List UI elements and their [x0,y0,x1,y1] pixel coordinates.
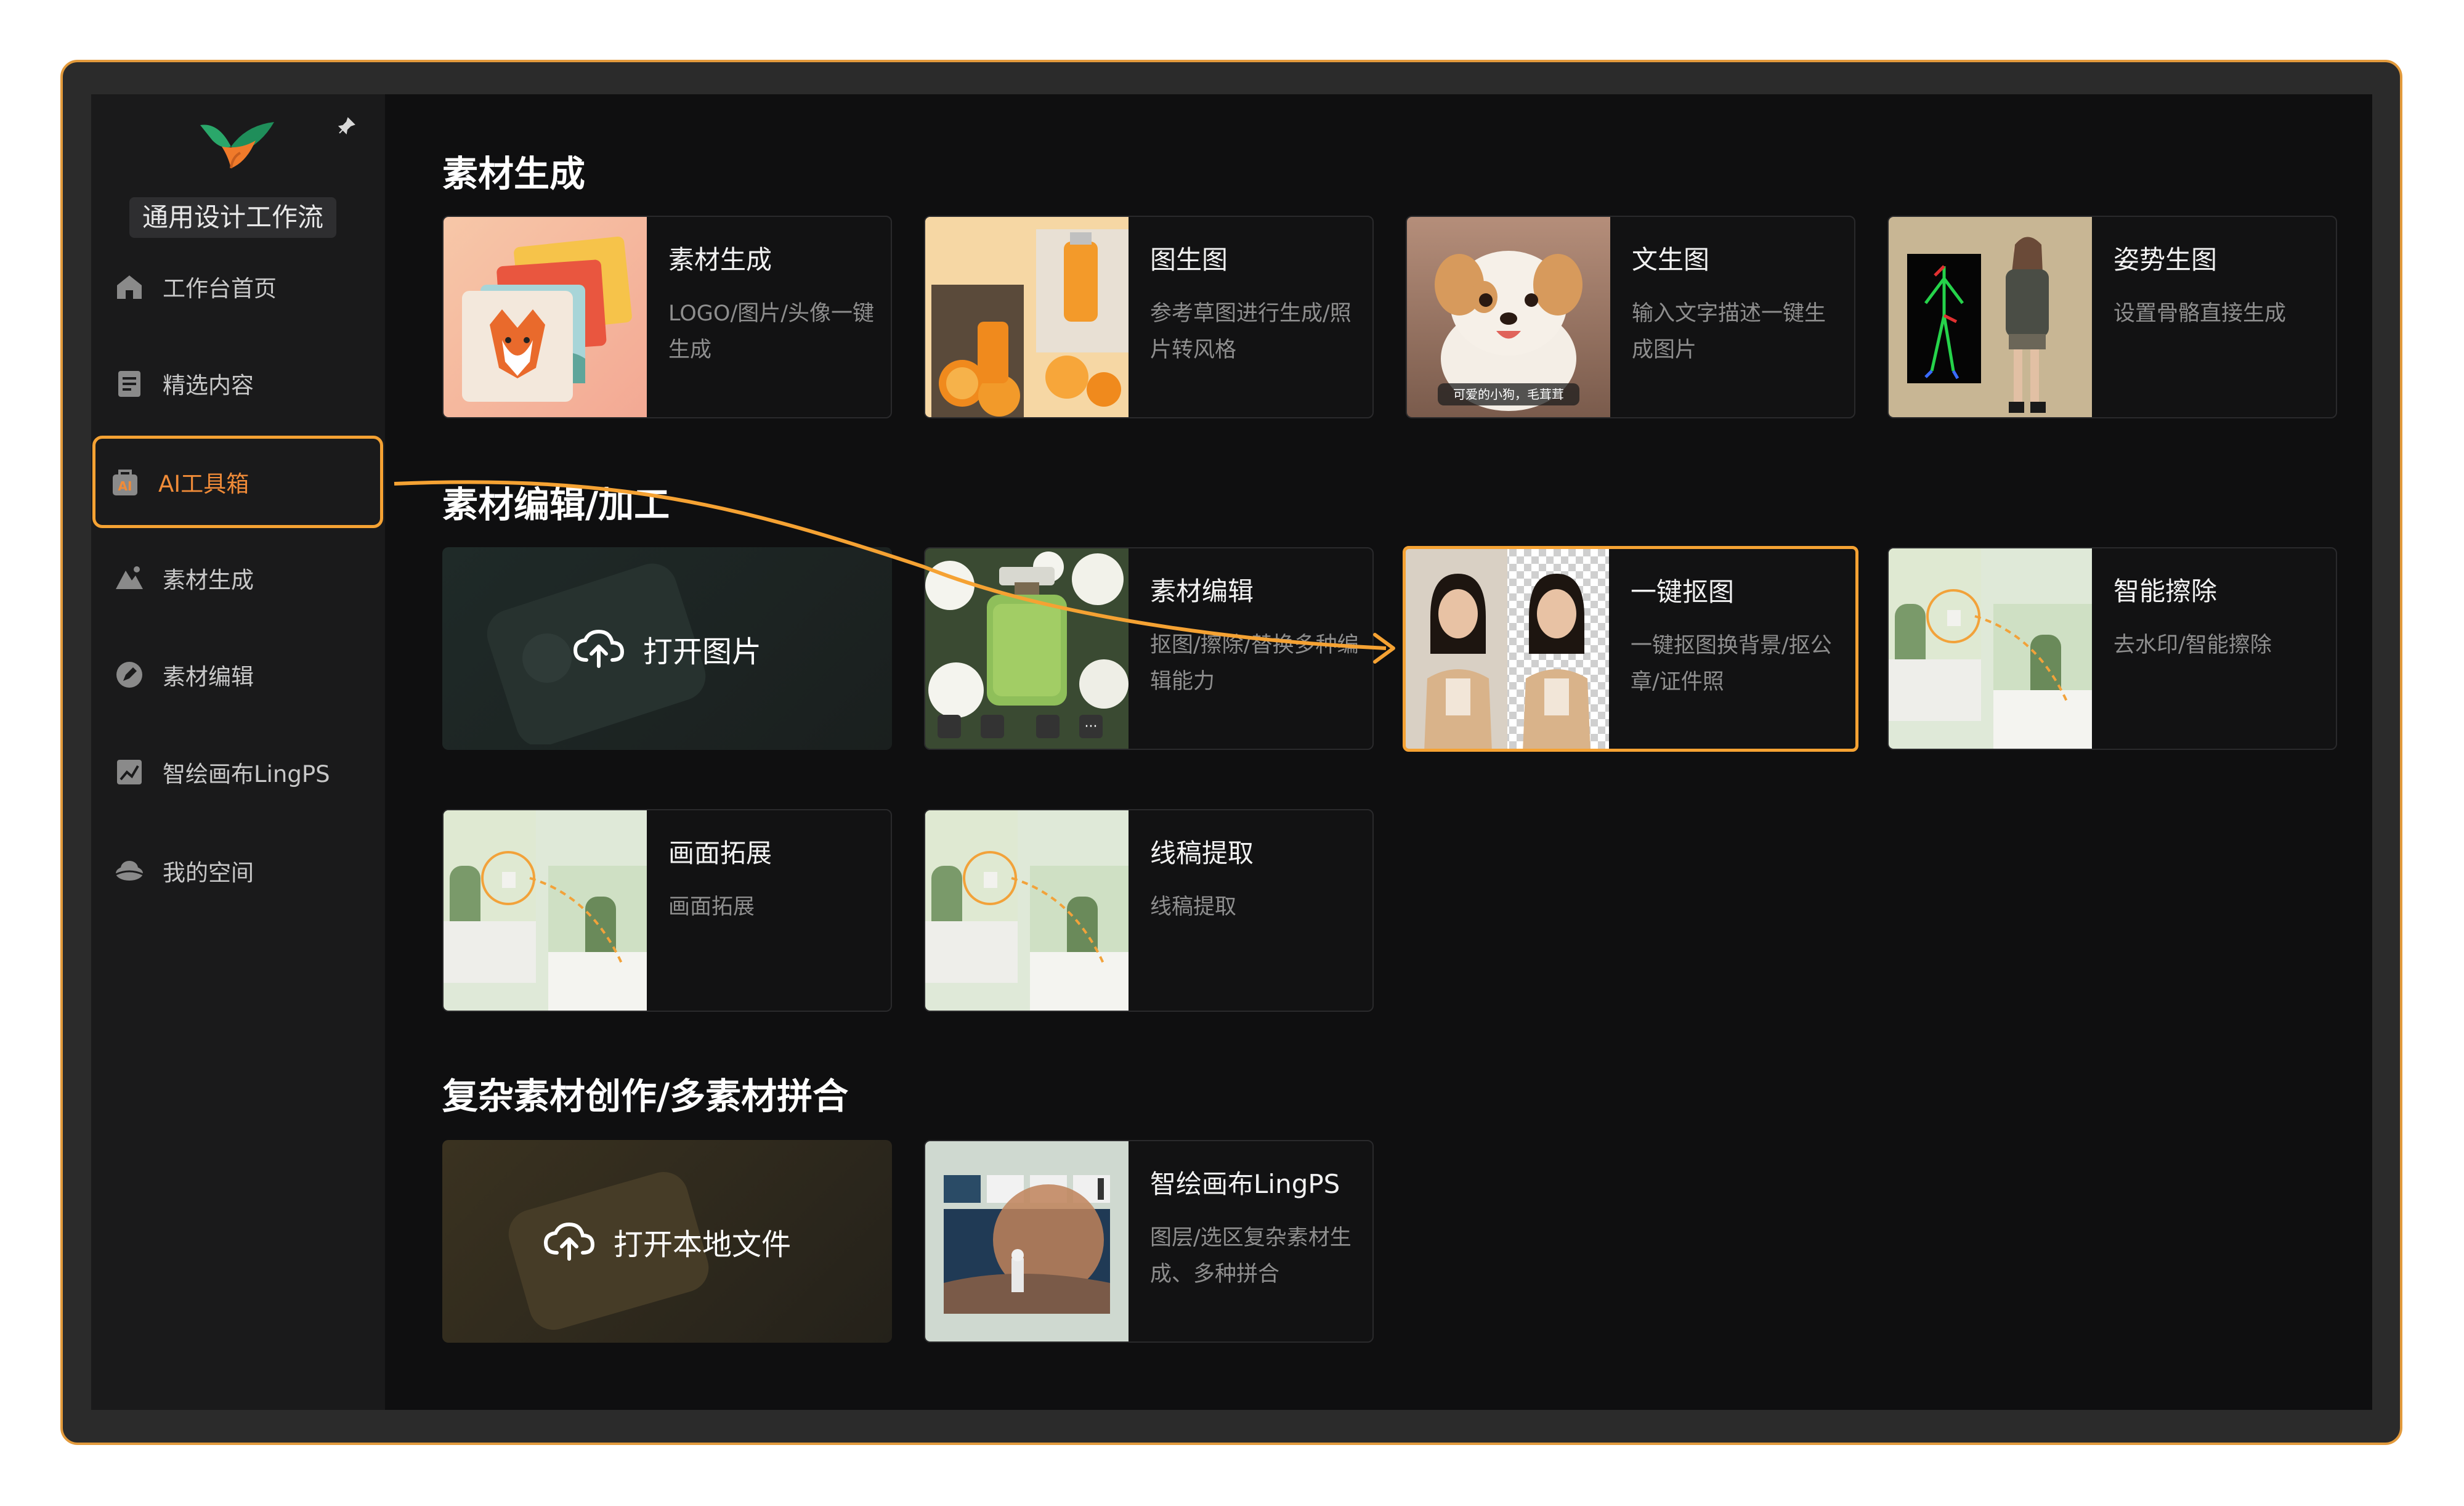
card-description: 画面拓展 [668,895,755,919]
card-title: 姿势生图 [2113,245,2218,275]
tool-card-outpaint[interactable]: 画面拓展 画面拓展 [442,809,892,1012]
card-thumbnail [1406,549,1609,749]
workflow-selector[interactable]: 通用设计工作流 [129,197,336,238]
card-title: 素材编辑 [1150,576,1254,606]
card-description: 输入文字描述一键生成图片 [1632,301,1826,362]
card-description: 抠图/擦除/替换多种编辑能力 [1150,633,1359,694]
sidebar-item-label: 我的空间 [163,860,254,886]
document-icon [118,371,140,397]
tool-card-lingps[interactable]: 智绘画布LingPS 图层/选区复杂素材生成、多种拼合 [924,1140,1374,1343]
card-thumbnail [444,810,647,1011]
upload-label: 打开本地文件 [613,1227,791,1262]
tool-card-pose2img[interactable]: 姿势生图 设置骨骼直接生成 [1887,216,2337,418]
card-title: 线稿提取 [1150,838,1254,868]
svg-text:···: ··· [1085,719,1098,735]
card-title: 文生图 [1632,245,1710,275]
ai-toolbox-icon: AI [113,470,137,495]
card-description: 去水印/智能擦除 [2113,633,2272,657]
app-logo [200,122,274,169]
sidebar-item-material-edit[interactable]: 素材编辑 [100,647,383,702]
upload-label: 打开图片 [642,634,761,669]
sidebar-item-label: 素材编辑 [163,664,254,690]
card-description: 图层/选区复杂素材生成、多种拼合 [1150,1226,1352,1287]
sidebar-item-my-space[interactable]: 我的空间 [100,843,383,898]
card-description: 设置骨骼直接生成 [2113,301,2287,326]
sidebar-item-label: 智绘画布LingPS [163,761,330,788]
open-image-button[interactable]: 打开图片 [442,547,892,750]
cloud-space-icon [115,861,144,881]
card-thumbnail: 可爱的小狗，毛茸茸 [1407,217,1610,417]
section-title-edit: 素材编辑/加工 [442,484,670,526]
tool-card-material-edit[interactable]: ··· 素材编辑 抠图/擦除/替换多种编辑能力 [924,547,1374,750]
tool-card-img2img[interactable]: 图生图 参考草图进行生成/照片转风格 [924,216,1374,418]
sidebar-item-ai-toolbox[interactable]: AI AI工具箱 [92,436,383,528]
sidebar-item-label: 素材生成 [163,567,254,593]
svg-text:AI: AI [118,479,132,494]
card-thumbnail [444,217,647,417]
tool-card-cutout[interactable]: 一键抠图 一键抠图换背景/抠公章/证件照 [1403,546,1858,752]
cloud-upload-icon [573,629,624,668]
card-title: 一键抠图 [1631,577,1735,607]
card-title: 智绘画布LingPS [1150,1169,1340,1199]
card-description: LOGO/图片/头像一键生成 [668,301,875,362]
card-title: 智能擦除 [2113,576,2218,606]
card-thumbnail [1889,548,2092,749]
card-description: 参考草图进行生成/照片转风格 [1150,301,1352,362]
tool-card-txt2img[interactable]: 可爱的小狗，毛茸茸 文生图 输入文字描述一键生成图片 [1406,216,1855,418]
mountain-icon [116,566,143,589]
home-icon [117,275,142,299]
card-title: 画面拓展 [668,838,772,868]
card-title: 图生图 [1150,245,1228,275]
pin-icon[interactable] [337,117,355,136]
tool-card-smart-erase[interactable]: 智能擦除 去水印/智能擦除 [1887,547,2337,750]
section-title-generate: 素材生成 [442,153,586,195]
card-thumbnail [925,1141,1129,1341]
sidebar-item-material-gen[interactable]: 素材生成 [100,550,383,606]
tool-card-material-gen[interactable]: 素材生成 LOGO/图片/头像一键生成 [442,216,892,418]
card-thumbnail [925,217,1129,417]
sidebar-item-lingps[interactable]: 智绘画布LingPS [100,744,383,800]
sidebar-item-label: 工作台首页 [163,275,277,302]
card-thumbnail [1889,217,2092,417]
card-title: 素材生成 [668,245,772,275]
card-thumbnail [925,810,1129,1011]
card-description: 线稿提取 [1150,895,1237,919]
open-local-file-button[interactable]: 打开本地文件 [442,1140,892,1343]
canvas-icon [117,760,142,784]
thumbnail-caption: 可爱的小狗，毛茸茸 [1453,387,1564,402]
tool-card-lineart[interactable]: 线稿提取 线稿提取 [924,809,1374,1012]
section-title-compose: 复杂素材创作/多素材拼合 [442,1075,849,1117]
sidebar-item-label: 精选内容 [163,372,254,399]
sidebar-item-featured[interactable]: 精选内容 [100,356,383,411]
cloud-upload-icon [543,1222,594,1261]
sidebar-item-home[interactable]: 工作台首页 [100,259,383,314]
card-description: 一键抠图换背景/抠公章/证件照 [1631,633,1832,694]
sidebar-item-label: AI工具箱 [158,471,249,497]
pen-icon [116,662,142,688]
card-thumbnail: ··· [925,548,1129,749]
